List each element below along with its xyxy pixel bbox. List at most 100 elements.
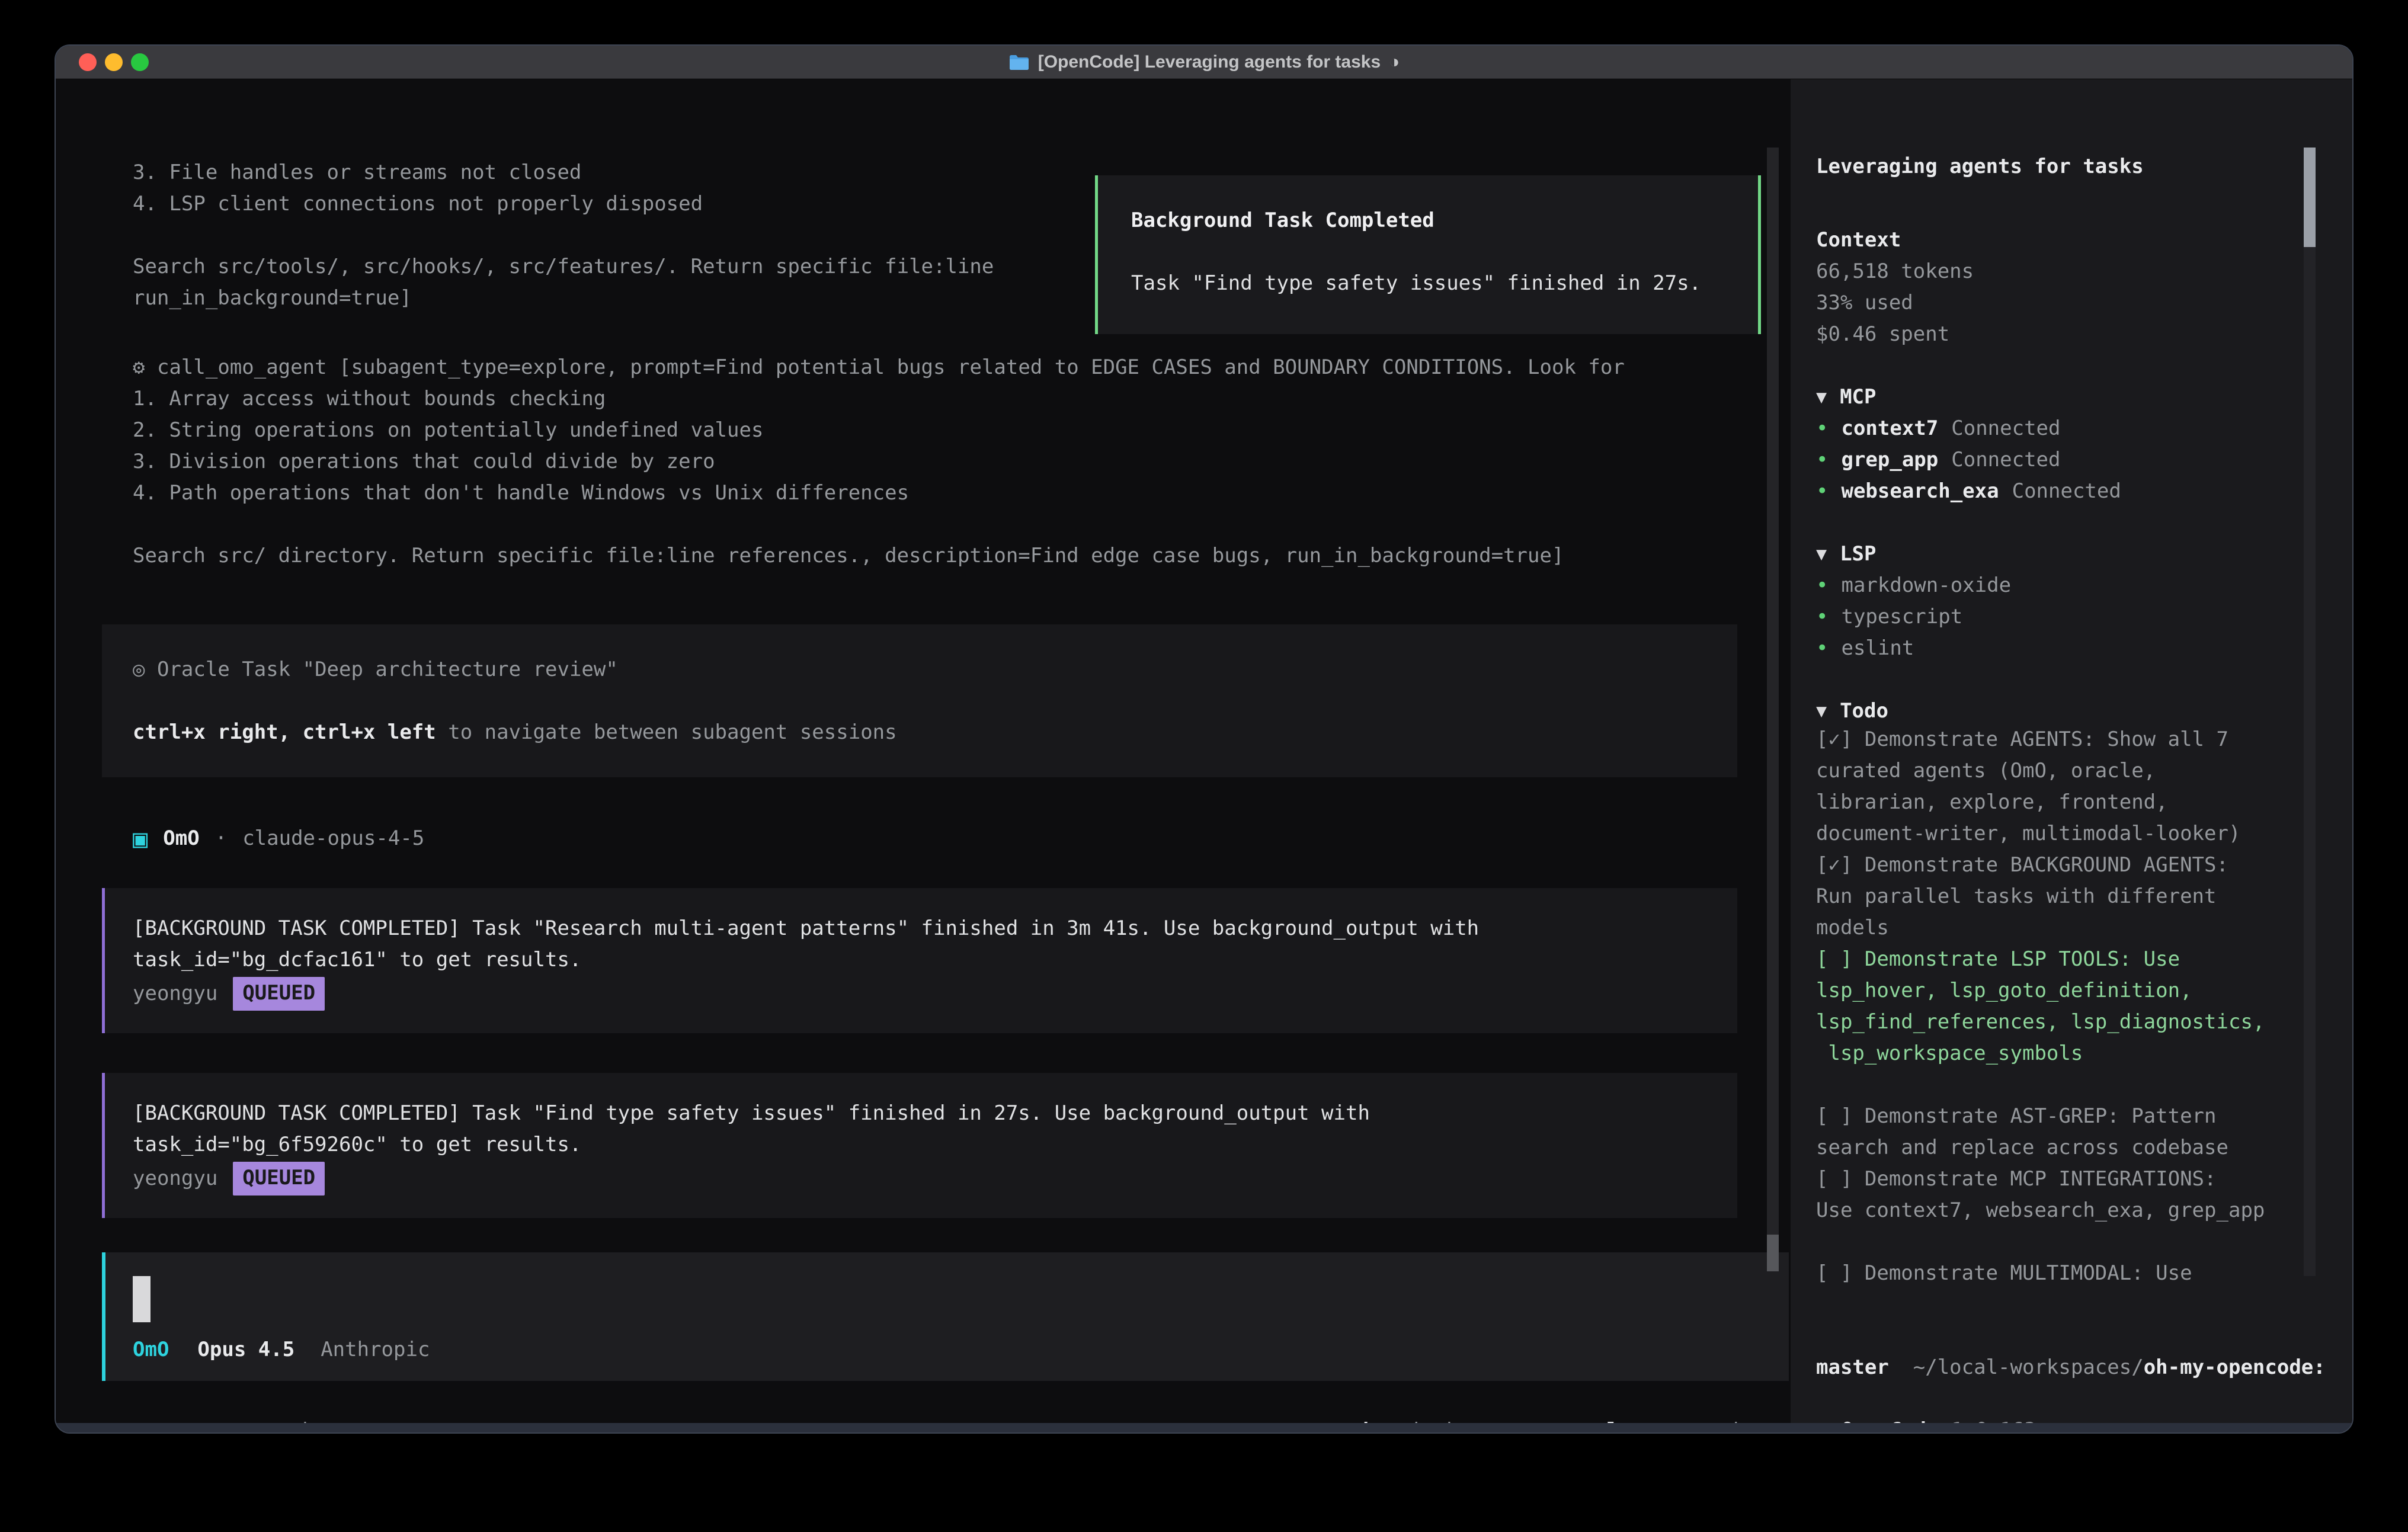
task-user: yeongyu bbox=[133, 1163, 217, 1194]
bullseye-icon: ◎ bbox=[133, 658, 145, 681]
todo-line: librarian, explore, frontend, bbox=[1816, 787, 2168, 818]
agent-square-icon: ▣ bbox=[133, 823, 148, 854]
todo-line: document-writer, multimodal-looker) bbox=[1816, 818, 2240, 850]
window-title-text: [OpenCode] Leveraging agents for tasks bbox=[1038, 52, 1381, 72]
app-window: [OpenCode] Leveraging agents for tasks ◑… bbox=[55, 44, 2353, 1434]
titlebar: [OpenCode] Leveraging agents for tasks ◑ bbox=[56, 46, 2352, 79]
window-title: [OpenCode] Leveraging agents for tasks ◑ bbox=[1008, 52, 1400, 72]
oracle-task-card[interactable]: ◎ Oracle Task "Deep architecture review"… bbox=[102, 624, 1737, 777]
task-line: [BACKGROUND TASK COMPLETED] Task "Resear… bbox=[133, 913, 1737, 944]
todo-line: [ ] Demonstrate MCP INTEGRATIONS: bbox=[1816, 1164, 2217, 1195]
scrollback-block: 3. File handles or streams not closed 4.… bbox=[133, 157, 994, 314]
lsp-item-name: typescript bbox=[1841, 601, 1962, 633]
task-line: task_id="bg_6f59260c" to get results. bbox=[133, 1129, 1737, 1161]
todo-line-active: [ ] Demonstrate LSP TOOLS: Use bbox=[1816, 944, 2180, 975]
todo-line: Use context7, websearch_exa, grep_app bbox=[1816, 1195, 2265, 1226]
sidebar-scrollbar-track[interactable] bbox=[2304, 148, 2316, 1276]
lsp-section-header[interactable]: ▼ LSP bbox=[1816, 539, 1876, 570]
lsp-item: • typescript bbox=[1816, 601, 1962, 633]
task-user: yeongyu bbox=[133, 978, 217, 1009]
status-dot-icon: • bbox=[1816, 601, 1828, 633]
mcp-item-status: Connected bbox=[2012, 476, 2121, 507]
lsp-heading: LSP bbox=[1840, 539, 1876, 570]
workspace-path-prefix: ~/local-workspaces/ bbox=[1913, 1355, 2144, 1379]
agent-model: claude-opus-4-5 bbox=[242, 823, 424, 854]
status-dot-icon: • bbox=[1816, 476, 1828, 507]
todo-line: [ ] Demonstrate AST-GREP: Pattern bbox=[1816, 1101, 2217, 1132]
traffic-lights bbox=[79, 53, 149, 71]
window-bottom-edge bbox=[56, 1423, 2352, 1432]
mcp-item-status: Connected bbox=[1951, 413, 2060, 444]
tool-call-item: 1. Array access without bounds checking bbox=[133, 383, 1625, 415]
mcp-item: • context7 Connected bbox=[1816, 413, 2060, 444]
workspace-branch: master bbox=[1816, 1352, 1889, 1383]
chat-scrollbar-thumb[interactable] bbox=[1767, 1235, 1779, 1271]
oracle-title: Oracle Task "Deep architecture review" bbox=[157, 658, 618, 681]
todo-line: search and replace across codebase bbox=[1816, 1132, 2228, 1164]
todo-line-active: lsp_find_references, lsp_diagnostics, bbox=[1816, 1007, 2265, 1038]
chat-main: 3. File handles or streams not closed 4.… bbox=[56, 79, 1791, 1423]
tool-call-item: 4. Path operations that don't handle Win… bbox=[133, 477, 1625, 509]
todo-line-active: lsp_workspace_symbols bbox=[1816, 1038, 2083, 1069]
agent-name: OmO bbox=[163, 823, 199, 854]
terminal-content: 3. File handles or streams not closed 4.… bbox=[56, 79, 2352, 1423]
scrollback-line: 4. LSP client connections not properly d… bbox=[133, 188, 994, 220]
lsp-item-name: markdown-oxide bbox=[1841, 570, 2011, 601]
session-sidebar: Leveraging agents for tasks Context 66,5… bbox=[1791, 79, 2353, 1423]
sidebar-scrollbar-thumb[interactable] bbox=[2304, 148, 2316, 247]
text-cursor bbox=[133, 1276, 150, 1322]
workspace-path: ~/local-workspaces/oh-my-opencode: bbox=[1816, 1321, 2326, 1415]
input-model-name[interactable]: Opus 4.5 bbox=[197, 1334, 294, 1366]
folder-icon bbox=[1008, 53, 1030, 71]
scrollback-line: Search src/tools/, src/hooks/, src/featu… bbox=[133, 251, 994, 283]
todo-line: [ ] Demonstrate MULTIMODAL: Use bbox=[1816, 1258, 2192, 1289]
close-button[interactable] bbox=[79, 53, 97, 71]
input-agent-name[interactable]: OmO bbox=[133, 1334, 169, 1366]
status-badge: QUEUED bbox=[233, 1162, 325, 1196]
mcp-item-name: grep_app bbox=[1841, 444, 1938, 476]
tool-call-tail: Search src/ directory. Return specific f… bbox=[133, 540, 1625, 572]
todo-line: models bbox=[1816, 912, 1889, 944]
tool-call-item: 3. Division operations that could divide… bbox=[133, 446, 1625, 477]
tool-call-item: 2. String operations on potentially unde… bbox=[133, 415, 1625, 446]
background-task-message[interactable]: [BACKGROUND TASK COMPLETED] Task "Resear… bbox=[102, 888, 1737, 1033]
lsp-item-name: eslint bbox=[1841, 633, 1914, 664]
workspace-repo: oh-my-opencode: bbox=[2144, 1355, 2326, 1379]
chevron-down-icon: ▼ bbox=[1816, 696, 1827, 727]
mcp-item-name: context7 bbox=[1841, 413, 1938, 444]
session-progress-icon: ◑ bbox=[1389, 52, 1400, 72]
zoom-button[interactable] bbox=[131, 53, 149, 71]
context-used: 33% used bbox=[1816, 287, 1913, 319]
prompt-input[interactable]: OmO Opus 4.5 Anthropic bbox=[102, 1252, 1789, 1381]
lsp-item: • markdown-oxide bbox=[1816, 570, 2011, 601]
oracle-hint: to navigate between subagent sessions bbox=[436, 720, 897, 744]
mcp-item-status: Connected bbox=[1951, 444, 2060, 476]
status-dot-icon: • bbox=[1816, 444, 1828, 476]
todo-section-header[interactable]: ▼ Todo bbox=[1816, 696, 1888, 727]
todo-line: Run parallel tasks with different bbox=[1816, 881, 2217, 912]
agent-header: ▣ OmO · claude-opus-4-5 bbox=[133, 823, 424, 854]
oracle-shortcut: ctrl+x right, ctrl+x left bbox=[133, 720, 436, 744]
context-tokens: 66,518 tokens bbox=[1816, 256, 1974, 287]
task-line: [BACKGROUND TASK COMPLETED] Task "Find t… bbox=[133, 1098, 1737, 1129]
status-dot-icon: • bbox=[1816, 570, 1828, 601]
lsp-item: • eslint bbox=[1816, 633, 1914, 664]
mcp-item-name: websearch_exa bbox=[1841, 476, 1999, 507]
scrollback-line: 3. File handles or streams not closed bbox=[133, 157, 994, 188]
minimize-button[interactable] bbox=[105, 53, 123, 71]
gear-icon: ⚙ bbox=[133, 355, 145, 379]
separator-dot: · bbox=[215, 823, 227, 854]
background-task-toast[interactable]: Background Task Completed Task "Find typ… bbox=[1095, 175, 1761, 334]
todo-line-active: lsp_hover, lsp_goto_definition, bbox=[1816, 975, 2192, 1007]
mcp-item: • grep_app Connected bbox=[1816, 444, 2060, 476]
tool-call-line: call_omo_agent [subagent_type=explore, p… bbox=[157, 355, 1625, 379]
scrollback-line: run_in_background=true] bbox=[133, 283, 994, 314]
status-badge: QUEUED bbox=[233, 977, 325, 1011]
chevron-down-icon: ▼ bbox=[1816, 382, 1827, 413]
mcp-section-header[interactable]: ▼ MCP bbox=[1816, 382, 1876, 413]
chat-scrollbar-track[interactable] bbox=[1767, 148, 1779, 1271]
session-title: Leveraging agents for tasks bbox=[1816, 151, 2144, 182]
chevron-down-icon: ▼ bbox=[1816, 539, 1827, 570]
background-task-message[interactable]: [BACKGROUND TASK COMPLETED] Task "Find t… bbox=[102, 1073, 1737, 1218]
task-line: task_id="bg_dcfac161" to get results. bbox=[133, 944, 1737, 976]
